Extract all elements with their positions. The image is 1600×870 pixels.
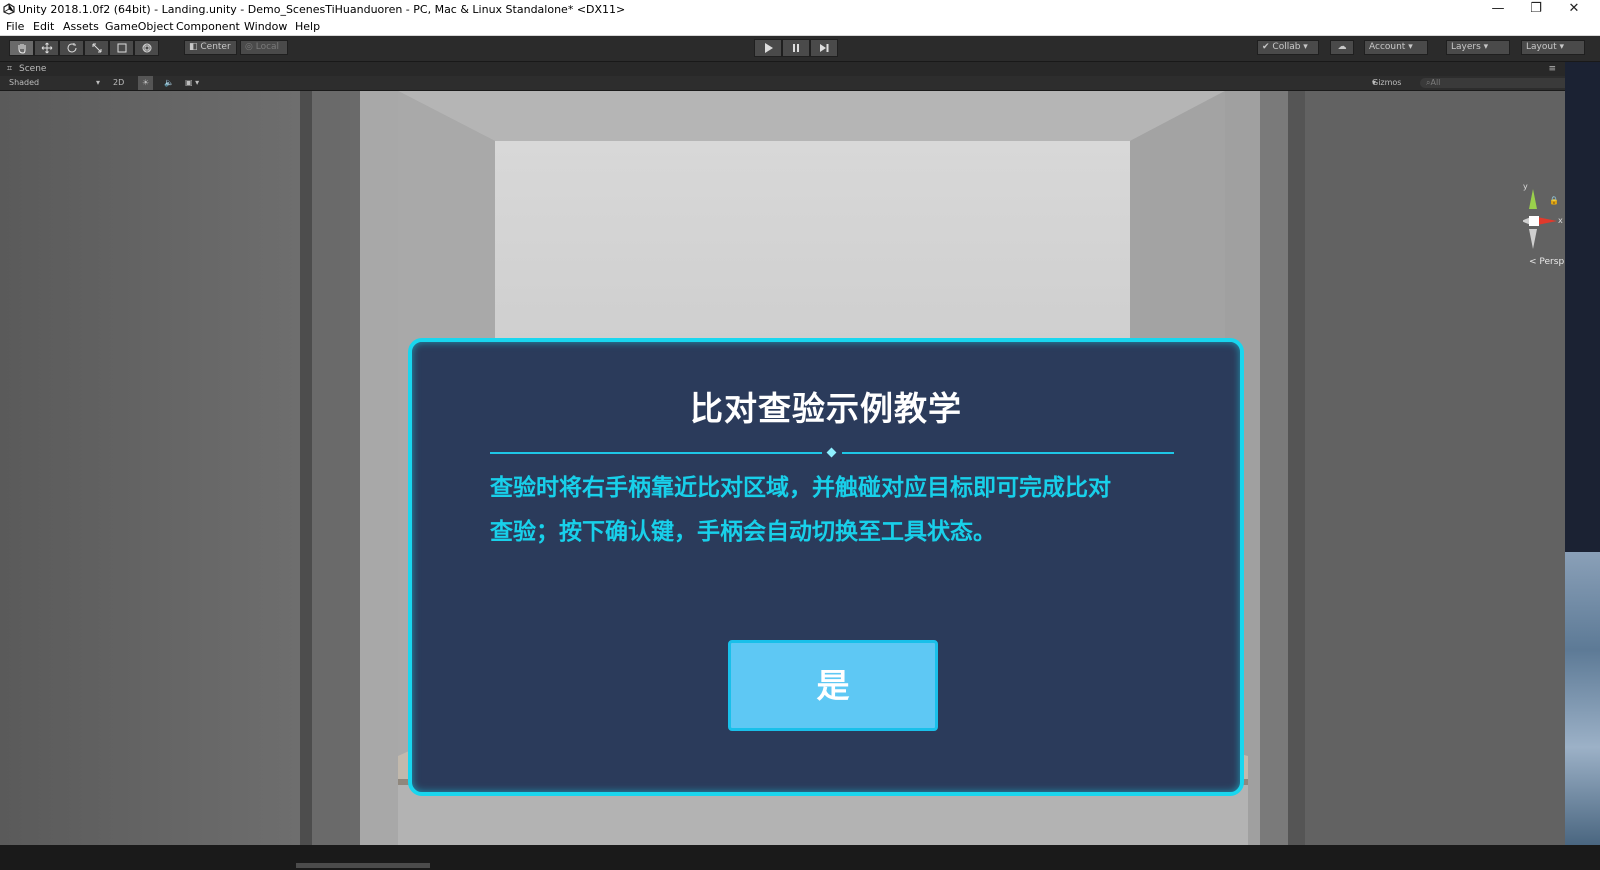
pause-icon bbox=[793, 44, 799, 52]
cloud-button[interactable]: ☁ bbox=[1330, 40, 1354, 55]
collab-dropdown[interactable]: ✔ Collab ▾ bbox=[1257, 40, 1319, 55]
scene-grid-icon: ⌗ bbox=[7, 64, 13, 74]
collab-label: Collab bbox=[1272, 42, 1301, 52]
menu-assets[interactable]: Assets bbox=[63, 19, 99, 35]
audio-toggle[interactable]: 🔈 bbox=[164, 76, 174, 90]
minimize-button[interactable]: — bbox=[1480, 0, 1516, 19]
main-toolbar: ◧ Center ◎ Local ✔ Collab ▾ ☁ Account ▾ … bbox=[0, 36, 1600, 62]
persp-label: Persp bbox=[1539, 257, 1565, 267]
effects-toggle[interactable]: ▣ ▾ bbox=[185, 76, 199, 90]
dialog-message-line2: 查验；按下确认键，手柄会自动切换至工具状态。 bbox=[490, 519, 996, 545]
horizontal-scrollbar[interactable] bbox=[296, 863, 430, 868]
unity-logo-icon bbox=[3, 3, 15, 15]
title-divider-left bbox=[490, 452, 822, 454]
scale-tool-button[interactable] bbox=[84, 40, 109, 56]
layers-label: Layers bbox=[1451, 42, 1481, 52]
move-tool-button[interactable] bbox=[34, 40, 59, 56]
rect-transform-icon bbox=[117, 43, 126, 53]
scale-icon bbox=[92, 43, 101, 53]
shading-label: Shaded bbox=[9, 78, 40, 87]
rotate-icon bbox=[67, 43, 76, 53]
hand-tool-button[interactable] bbox=[9, 40, 34, 56]
step-icon bbox=[820, 44, 829, 52]
scene-tab[interactable]: ⌗ Scene ≡ bbox=[0, 62, 1600, 76]
menu-help[interactable]: Help bbox=[295, 19, 320, 35]
close-button[interactable]: ✕ bbox=[1556, 0, 1592, 19]
scene-tab-label: Scene bbox=[19, 64, 47, 74]
menu-window[interactable]: Window bbox=[244, 19, 287, 35]
desktop-background-edge bbox=[1565, 62, 1600, 845]
lighting-toggle[interactable]: ☀ bbox=[138, 76, 154, 90]
account-label: Account bbox=[1369, 42, 1406, 52]
menu-component[interactable]: Component bbox=[176, 19, 240, 35]
dialog-message-line1: 查验时将右手柄靠近比对区域，并触碰对应目标即可完成比对 bbox=[490, 475, 1111, 501]
pivot-label: Center bbox=[200, 42, 231, 52]
step-button[interactable] bbox=[810, 39, 838, 57]
space-label: Local bbox=[255, 42, 280, 52]
status-bar bbox=[0, 845, 1600, 870]
desktop-wallpaper-strip bbox=[1565, 552, 1600, 845]
pivot-center-button[interactable]: ◧ Center bbox=[184, 40, 237, 55]
gizmo-y-label: y bbox=[1523, 182, 1528, 191]
playback-controls bbox=[754, 39, 838, 57]
tutorial-dialog: 比对查验示例教学 查验时将右手柄靠近比对区域，并触碰对应目标即可完成比对 查验；… bbox=[408, 338, 1244, 796]
pause-button[interactable] bbox=[782, 39, 810, 57]
panel-menu-icon[interactable]: ≡ bbox=[1548, 62, 1556, 76]
scene-view-toolbar: Shaded ▾ 2D ☀ 🔈 ▣ ▾ Gizmos ▾ bbox=[0, 76, 1600, 91]
cloud-icon: ☁ bbox=[1337, 42, 1347, 52]
svg-text:🔒: 🔒 bbox=[1549, 196, 1559, 205]
menu-bar: File Edit Assets GameObject Component Wi… bbox=[0, 19, 1600, 36]
play-button[interactable] bbox=[754, 39, 782, 57]
menu-edit[interactable]: Edit bbox=[33, 19, 54, 35]
layout-label: Layout bbox=[1526, 42, 1557, 52]
gizmos-label: Gizmos bbox=[1372, 78, 1402, 87]
play-icon bbox=[765, 43, 773, 53]
divider-diamond-icon bbox=[826, 447, 837, 458]
dialog-title: 比对查验示例教学 bbox=[690, 389, 962, 428]
gizmo-x-label: x bbox=[1558, 216, 1563, 225]
menu-gameobject[interactable]: GameObject bbox=[105, 19, 174, 35]
window-title: Unity 2018.1.0f2 (64bit) - Landing.unity… bbox=[18, 3, 626, 16]
title-divider-right bbox=[842, 452, 1174, 454]
gizmos-dropdown[interactable]: Gizmos ▾ bbox=[1372, 76, 1401, 90]
transform-tool-button[interactable] bbox=[134, 40, 159, 56]
account-dropdown[interactable]: Account ▾ bbox=[1364, 40, 1428, 55]
menu-file[interactable]: File bbox=[6, 19, 24, 35]
projection-toggle[interactable]: < Persp bbox=[1529, 257, 1564, 267]
shading-dropdown-arrow: ▾ bbox=[96, 78, 101, 87]
scene-viewport[interactable]: 比对查验示例教学 查验时将右手柄靠近比对区域，并触碰对应目标即可完成比对 查验；… bbox=[0, 91, 1565, 845]
dialog-message: 查验时将右手柄靠近比对区域，并触碰对应目标即可完成比对 查验；按下确认键，手柄会… bbox=[490, 466, 1180, 554]
hand-icon bbox=[18, 44, 25, 54]
confirm-yes-button[interactable]: 是 bbox=[728, 640, 938, 731]
rotate-tool-button[interactable] bbox=[59, 40, 84, 56]
rect-tool-button[interactable] bbox=[109, 40, 134, 56]
move-icon bbox=[41, 42, 52, 54]
layout-dropdown[interactable]: Layout ▾ bbox=[1521, 40, 1585, 55]
restore-button[interactable]: ❐ bbox=[1518, 0, 1554, 19]
search-placeholder: All bbox=[1430, 78, 1441, 87]
pivot-local-button[interactable]: ◎ Local bbox=[240, 40, 288, 55]
window-titlebar: Unity 2018.1.0f2 (64bit) - Landing.unity… bbox=[0, 0, 1600, 19]
transform-tools bbox=[9, 40, 159, 56]
2d-toggle[interactable]: 2D bbox=[113, 76, 124, 90]
layers-dropdown[interactable]: Layers ▾ bbox=[1446, 40, 1510, 55]
transform-icon bbox=[142, 43, 151, 53]
